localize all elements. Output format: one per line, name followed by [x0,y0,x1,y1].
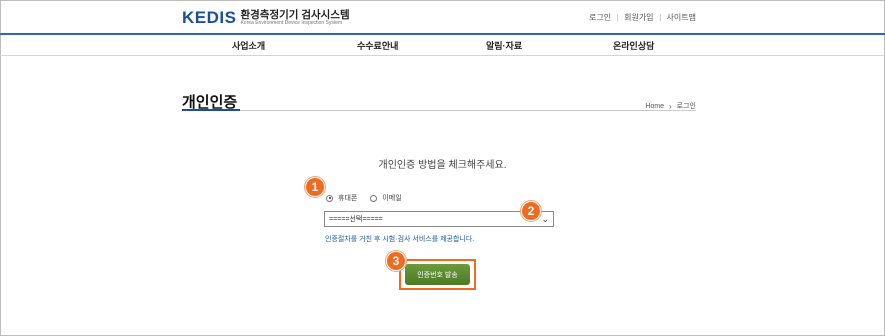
send-code-button[interactable]: 인증번호 발송 [405,264,470,285]
radio-phone-label: 휴대폰 [338,195,358,202]
chevron-right-icon: › [669,101,672,111]
utility-links: 로그인 회원가입 사이트맵 [589,12,696,23]
title-accent-bar [182,109,240,111]
instruction-text: 개인인증 방법을 체크해주세요. [378,160,507,171]
radio-email[interactable]: 이메일 [370,193,402,203]
logo-title: 환경측정기기 검사시스템 [240,8,350,21]
breadcrumb-current: 로그인 [676,103,696,110]
step-marker-2: 2 [521,201,541,221]
auth-method-radios: 휴대폰 이메일 [326,193,415,203]
site-logo[interactable]: KEDIS 환경측정기기 검사시스템 Korea Environment Dev… [182,8,350,28]
send-button-highlight: 인증번호 발송 [399,259,476,290]
auth-select-value: =====선택===== [329,216,383,223]
service-notice: 인증절차를 거친 후 시험·검사 서비스를 제공합니다. [325,236,475,243]
auth-select[interactable]: =====선택===== ⌄ [324,211,554,227]
sitemap-link[interactable]: 사이트맵 [667,12,696,23]
login-link[interactable]: 로그인 [589,12,611,23]
radio-email-label: 이메일 [382,195,402,202]
breadcrumb: Home › 로그인 [645,101,696,111]
step-marker-3: 3 [386,251,406,271]
nav-item-notices[interactable]: 알림·자료 [486,39,522,52]
nav-item-consulting[interactable]: 온라인상담 [613,39,654,52]
site-header: KEDIS 환경측정기기 검사시스템 Korea Environment Dev… [0,0,885,33]
signup-link[interactable]: 회원가입 [624,12,653,23]
breadcrumb-home[interactable]: Home [645,103,664,110]
nav-item-business[interactable]: 사업소개 [232,39,265,52]
main-nav: 사업소개 수수료안내 알림·자료 온라인상담 [0,33,885,56]
radio-checked-icon[interactable] [326,194,333,202]
radio-phone[interactable]: 휴대폰 [326,193,357,203]
logo-subtitle: Korea Environment Device Inspection Syst… [240,20,343,27]
logo-text: 환경측정기기 검사시스템 Korea Environment Device In… [240,10,349,27]
title-divider [182,110,696,111]
nav-item-fees[interactable]: 수수료안내 [357,39,398,52]
logo-mark: KEDIS [182,8,237,27]
divider [659,14,661,21]
radio-unchecked-icon[interactable] [370,194,378,202]
step-marker-1: 1 [305,177,325,197]
chevron-down-icon[interactable]: ⌄ [541,214,549,225]
divider [617,14,619,21]
